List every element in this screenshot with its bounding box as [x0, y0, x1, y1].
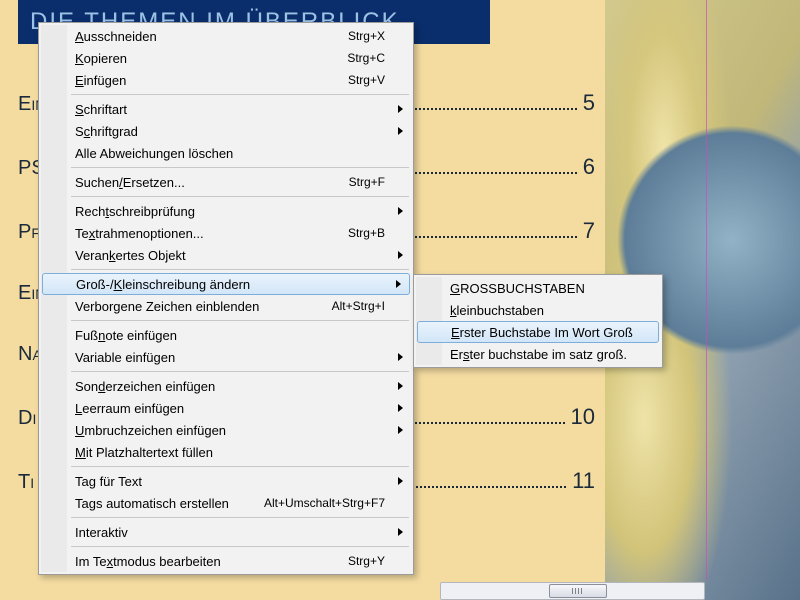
menu-item-shortcut: Strg+B [348, 226, 385, 240]
menu-separator [71, 320, 409, 321]
menu-separator [71, 94, 409, 95]
submenu-arrow-icon [398, 382, 403, 390]
menu-item-alle-abweichungen-l-schen[interactable]: Alle Abweichungen löschen [41, 142, 411, 164]
menu-item-mit-platzhaltertext-f-llen[interactable]: Mit Platzhaltertext füllen [41, 441, 411, 463]
menu-item-shortcut: Alt+Strg+I [332, 299, 385, 313]
menu-item-label: Suchen/Ersetzen... [75, 175, 331, 190]
menu-item-label: Tag für Text [75, 474, 385, 489]
menu-item-verborgene-zeichen-einblenden[interactable]: Verborgene Zeichen einblenden Alt+Strg+I [41, 295, 411, 317]
menu-item-erster-buchstabe-im-wort-gro[interactable]: Erster Buchstabe Im Wort Groß [417, 321, 659, 343]
change-case-submenu[interactable]: GROSSBUCHSTABEN kleinbuchstaben Erster Buc… [413, 274, 663, 368]
toc-label: Di [18, 407, 36, 430]
horizontal-scrollbar[interactable] [440, 582, 705, 600]
menu-item-im-textmodus-bearbeiten[interactable]: Im Textmodus bearbeiten Strg+Y [41, 550, 411, 572]
menu-item-label: Schriftart [75, 102, 385, 117]
menu-item-label: Variable einfügen [75, 350, 385, 365]
menu-item-label: Verankertes Objekt [75, 248, 385, 263]
menu-item-label: Umbruchzeichen einfügen [75, 423, 385, 438]
submenu-arrow-icon [398, 353, 403, 361]
menu-item-label: Fußnote einfügen [75, 328, 385, 343]
toc-page-number: 7 [583, 218, 595, 244]
toc-page-number: 11 [572, 468, 595, 494]
menu-item-schriftart[interactable]: Schriftart [41, 98, 411, 120]
menu-separator [71, 196, 409, 197]
toc-label: Ti [18, 471, 34, 494]
menu-item-variable-einf-gen[interactable]: Variable einfügen [41, 346, 411, 368]
menu-item-label: Interaktiv [75, 525, 385, 540]
menu-item-ausschneiden[interactable]: Ausschneiden Strg+X [41, 25, 411, 47]
submenu-arrow-icon [398, 528, 403, 536]
menu-separator [71, 269, 409, 270]
toc-label: Pf [18, 221, 40, 244]
toc-page-number: 10 [571, 404, 595, 430]
menu-item-label: GROSSBUCHSTABEN [450, 281, 634, 296]
menu-item-label: Tags automatisch erstellen [75, 496, 246, 511]
menu-separator [71, 371, 409, 372]
toc-page-number: 6 [583, 154, 595, 180]
scrollbar-thumb[interactable] [549, 584, 607, 598]
menu-separator [71, 167, 409, 168]
menu-item-suchen-ersetzen[interactable]: Suchen/Ersetzen... Strg+F [41, 171, 411, 193]
context-menu[interactable]: Ausschneiden Strg+X Kopieren Strg+C Einfügen… [38, 22, 414, 575]
menu-item-label: kleinbuchstaben [450, 303, 634, 318]
submenu-arrow-icon [398, 127, 403, 135]
menu-item-label: Textrahmenoptionen... [75, 226, 330, 241]
margin-guide [706, 0, 707, 580]
menu-item-verankertes-objekt[interactable]: Verankertes Objekt [41, 244, 411, 266]
menu-item-label: Mit Platzhaltertext füllen [75, 445, 385, 460]
menu-item-kopieren[interactable]: Kopieren Strg+C [41, 47, 411, 69]
menu-item-shortcut: Strg+F [349, 175, 385, 189]
menu-item-label: Schriftgrad [75, 124, 385, 139]
menu-item-erster-buchstabe-im-satz-gro[interactable]: Erster buchstabe im satz groß. [416, 343, 660, 365]
menu-item-label: Rechtschreibprüfung [75, 204, 385, 219]
submenu-arrow-icon [398, 477, 403, 485]
menu-item-rechtschreibpr-fung[interactable]: Rechtschreibprüfung [41, 200, 411, 222]
menu-item-label: Verborgene Zeichen einblenden [75, 299, 314, 314]
submenu-arrow-icon [398, 207, 403, 215]
menu-item-shortcut: Strg+Y [348, 554, 385, 568]
menu-item-label: Erster Buchstabe Im Wort Groß [451, 325, 633, 340]
menu-item-grossbuchstaben[interactable]: GROSSBUCHSTABEN [416, 277, 660, 299]
menu-item-label: Einfügen [75, 73, 330, 88]
menu-item-sonderzeichen-einf-gen[interactable]: Sonderzeichen einfügen [41, 375, 411, 397]
menu-item-fu-note-einf-gen[interactable]: Fußnote einfügen [41, 324, 411, 346]
menu-item-gro-kleinschreibung-ndern[interactable]: Groß-/Kleinschreibung ändern [42, 273, 410, 295]
submenu-arrow-icon [398, 404, 403, 412]
menu-item-label: Ausschneiden [75, 29, 330, 44]
submenu-arrow-icon [398, 426, 403, 434]
menu-item-label: Im Textmodus bearbeiten [75, 554, 330, 569]
menu-item-umbruchzeichen-einf-gen[interactable]: Umbruchzeichen einfügen [41, 419, 411, 441]
menu-item-shortcut: Strg+V [348, 73, 385, 87]
menu-item-shortcut: Alt+Umschalt+Strg+F7 [264, 496, 385, 510]
submenu-arrow-icon [398, 105, 403, 113]
menu-item-leerraum-einf-gen[interactable]: Leerraum einfügen [41, 397, 411, 419]
menu-item-label: Leerraum einfügen [75, 401, 385, 416]
menu-item-label: Erster buchstabe im satz groß. [450, 347, 634, 362]
menu-item-shortcut: Strg+X [348, 29, 385, 43]
menu-item-tags-automatisch-erstellen[interactable]: Tags automatisch erstellen Alt+Umschalt+S… [41, 492, 411, 514]
submenu-arrow-icon [398, 251, 403, 259]
toc-page-number: 5 [583, 90, 595, 116]
menu-item-shortcut: Strg+C [347, 51, 385, 65]
menu-item-label: Groß-/Kleinschreibung ändern [76, 277, 384, 292]
menu-item-kleinbuchstaben[interactable]: kleinbuchstaben [416, 299, 660, 321]
menu-item-textrahmenoptionen[interactable]: Textrahmenoptionen... Strg+B [41, 222, 411, 244]
menu-item-schriftgrad[interactable]: Schriftgrad [41, 120, 411, 142]
menu-item-label: Sonderzeichen einfügen [75, 379, 385, 394]
menu-item-einf-gen[interactable]: Einfügen Strg+V [41, 69, 411, 91]
menu-item-interaktiv[interactable]: Interaktiv [41, 521, 411, 543]
menu-separator [71, 466, 409, 467]
menu-separator [71, 546, 409, 547]
menu-separator [71, 517, 409, 518]
menu-item-label: Alle Abweichungen löschen [75, 146, 385, 161]
submenu-arrow-icon [396, 280, 401, 288]
menu-item-label: Kopieren [75, 51, 329, 66]
menu-item-tag-f-r-text[interactable]: Tag für Text [41, 470, 411, 492]
document-page: DIE THEMEN IM ÜBERBLICK Ein5PS6Pf7EinNaD… [0, 0, 800, 600]
